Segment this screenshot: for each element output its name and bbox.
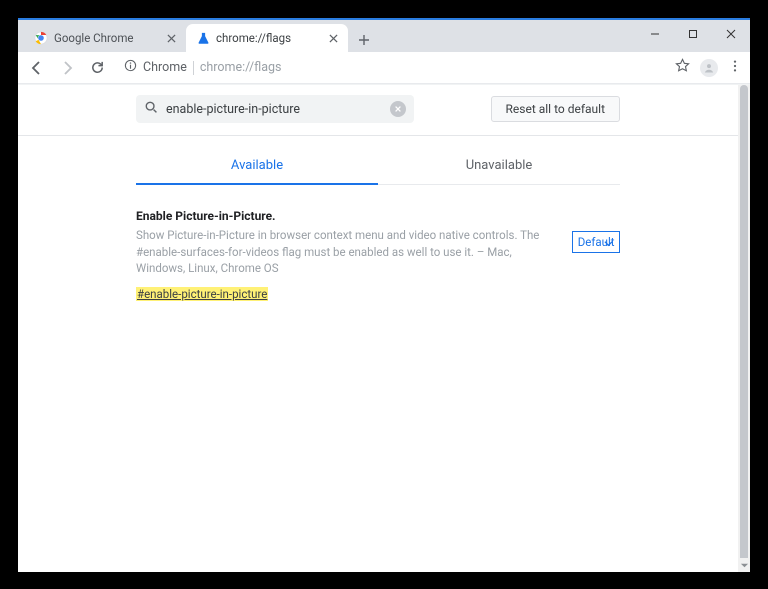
flag-title: Enable Picture-in-Picture. — [136, 209, 552, 223]
origin-chip: Chrome — [143, 60, 187, 75]
clear-search-icon[interactable] — [390, 101, 406, 117]
bookmark-star-icon[interactable] — [675, 58, 690, 77]
flask-icon — [196, 31, 210, 45]
chevron-down-icon — [604, 237, 613, 251]
flag-hash-link[interactable]: #enable-picture-in-picture — [136, 287, 268, 301]
flags-tabs: Available Unavailable — [136, 150, 620, 185]
flag-description: Show Picture-in-Picture in browser conte… — [136, 227, 552, 277]
profile-avatar[interactable] — [700, 59, 718, 77]
chrome-icon — [34, 31, 48, 45]
close-icon[interactable] — [164, 31, 178, 45]
maximize-button[interactable] — [674, 20, 712, 48]
flags-search-input[interactable] — [166, 102, 382, 117]
tab-strip: Google Chrome chrome://flags — [18, 20, 750, 52]
separator — [193, 61, 194, 75]
address-bar[interactable]: Chrome chrome://flags — [116, 56, 667, 80]
flag-result: Enable Picture-in-Picture. Show Picture-… — [136, 209, 620, 302]
window-controls — [636, 20, 750, 48]
browser-toolbar: Chrome chrome://flags — [18, 52, 750, 84]
url-text: chrome://flags — [200, 60, 282, 75]
search-icon — [144, 100, 158, 118]
vertical-scrollbar[interactable] — [738, 85, 750, 572]
minimize-button[interactable] — [636, 20, 674, 48]
divider — [18, 135, 738, 136]
flags-search-box[interactable] — [136, 95, 414, 123]
tab-available[interactable]: Available — [136, 150, 378, 185]
forward-button[interactable] — [56, 57, 78, 79]
browser-tab-google-chrome[interactable]: Google Chrome — [24, 24, 186, 52]
browser-tab-flags[interactable]: chrome://flags — [186, 24, 348, 52]
new-tab-button[interactable] — [352, 28, 376, 52]
tab-title: Google Chrome — [54, 31, 158, 45]
close-icon[interactable] — [326, 31, 340, 45]
reset-all-button[interactable]: Reset all to default — [491, 96, 620, 122]
tab-unavailable[interactable]: Unavailable — [378, 150, 620, 184]
scrollbar-thumb[interactable] — [740, 85, 748, 572]
flag-state-select[interactable]: Default — [572, 231, 620, 253]
tab-title: chrome://flags — [216, 31, 320, 45]
scroll-down-button[interactable] — [738, 558, 750, 572]
reload-button[interactable] — [86, 57, 108, 79]
menu-kebab-icon[interactable] — [728, 58, 742, 77]
back-button[interactable] — [26, 57, 48, 79]
site-info-icon[interactable] — [124, 59, 137, 76]
close-window-button[interactable] — [712, 20, 750, 48]
